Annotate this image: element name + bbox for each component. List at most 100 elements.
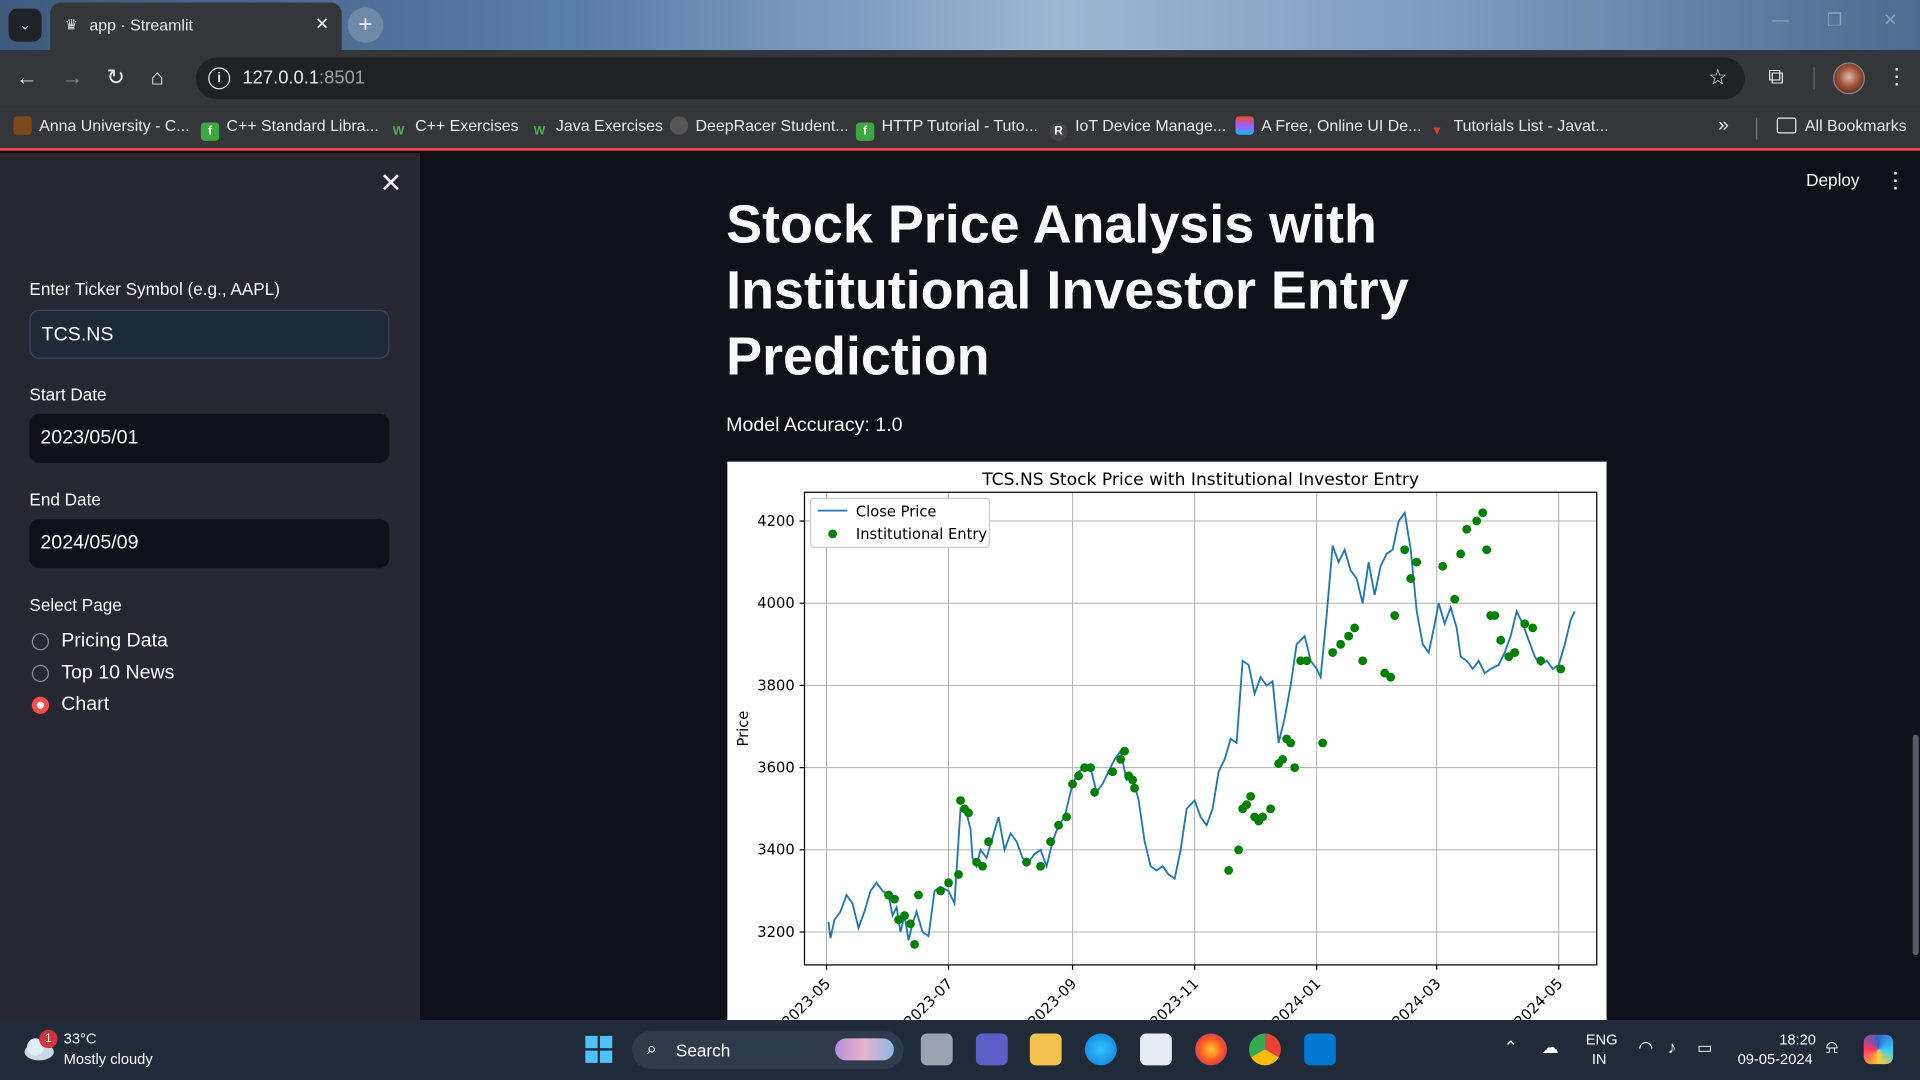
new-tab-plus-icon[interactable]: + (347, 7, 384, 43)
end-date-input[interactable]: 2024/05/09 (29, 519, 390, 569)
institutional-entry-point (1278, 754, 1288, 764)
copilot-icon[interactable] (1863, 1034, 1894, 1065)
bookmark-item[interactable]: f C++ Standard Libra... (200, 116, 379, 141)
institutional-entry-point (1438, 561, 1448, 571)
institutional-entry-point (1350, 623, 1360, 633)
maximize-icon[interactable]: ❐ (1827, 10, 1842, 31)
institutional-entry-point (1130, 783, 1140, 793)
x-tick-label: 2024-03 (1389, 975, 1444, 1025)
weather-condition[interactable]: Mostly cloudy (64, 1051, 153, 1068)
institutional-entry-point (1128, 775, 1138, 785)
address-bar[interactable]: i 127.0.0.1:8501 ☆ (195, 57, 1745, 100)
institutional-entry-point (1054, 820, 1063, 830)
onedrive-cloud-icon[interactable]: ☁ (1542, 1037, 1559, 1058)
minimize-icon[interactable]: — (1772, 10, 1789, 30)
ms-store-icon[interactable] (1140, 1033, 1172, 1066)
taskbar-search-box[interactable]: ⌕ Search (631, 1031, 904, 1069)
radio-circle[interactable] (31, 633, 49, 651)
bookmark-item[interactable]: W C++ Exercises (389, 116, 519, 140)
x-tick-label: 2023-11 (1147, 975, 1202, 1025)
start-date-input[interactable]: 2023/05/01 (29, 413, 390, 463)
extensions-puzzle-icon[interactable]: ⧉ (1768, 64, 1784, 90)
tab-title: app · Streamlit (89, 15, 193, 35)
http-tutorial-icon: f (855, 122, 875, 141)
radio-top-10-news[interactable]: Top 10 News (31, 662, 174, 684)
vscode-icon[interactable] (1304, 1033, 1336, 1066)
radio-pricing-data[interactable]: Pricing Data (31, 631, 168, 653)
clock-date[interactable]: 09-05-2024 (1738, 1051, 1813, 1068)
clock-time[interactable]: 18:20 (1779, 1031, 1816, 1048)
url-text: 127.0.0.1:8501 (242, 67, 366, 89)
sidebar-close-icon[interactable]: ✕ (380, 168, 403, 200)
language-ind-2[interactable]: IN (1592, 1051, 1607, 1068)
main-menu-icon[interactable]: ⋮ (1885, 168, 1907, 194)
browser-toolbar: ← → ↻ ⌂ i 127.0.0.1:8501 ☆ ⧉ ⋮ (0, 50, 1920, 107)
browser-tab-strip: ⌄ ♛ app · Streamlit ✕ + — ❐ ✕ (0, 0, 1920, 51)
teams-icon[interactable] (975, 1033, 1008, 1066)
institutional-entry-point (936, 886, 945, 896)
back-arrow-icon[interactable]: ← (16, 65, 38, 89)
y-tick-label: 4000 (757, 595, 794, 612)
chrome-icon[interactable] (1248, 1033, 1281, 1066)
wifi-icon[interactable]: ◠ (1638, 1037, 1653, 1058)
institutional-entry-point (1116, 754, 1126, 764)
deploy-button[interactable]: Deploy (1806, 170, 1859, 190)
institutional-entry-point (1400, 545, 1410, 555)
tab-search-chevron-icon[interactable]: ⌄ (8, 8, 42, 42)
search-icon: ⌕ (646, 1038, 657, 1060)
ticker-input[interactable]: TCS.NS (29, 309, 390, 359)
more-bookmarks-chevron-icon[interactable]: » (1718, 115, 1729, 137)
institutional-entry-point (1036, 861, 1045, 871)
reload-icon[interactable]: ↻ (107, 65, 125, 89)
institutional-entry-point (1120, 746, 1130, 756)
bookmark-star-icon[interactable]: ☆ (1708, 65, 1728, 91)
firefox-icon[interactable] (1195, 1033, 1227, 1066)
tab-close-icon[interactable]: ✕ (315, 13, 329, 34)
y-tick-label: 3600 (757, 760, 794, 777)
institutional-entry-point (1478, 508, 1488, 518)
main-scrollbar[interactable] (1912, 734, 1919, 956)
institutional-entry-point (1046, 837, 1055, 847)
institutional-entry-point (956, 796, 965, 805)
browser-menu-icon[interactable]: ⋮ (1886, 64, 1908, 90)
bookmark-item[interactable]: A Free, Online UI De... (1235, 116, 1421, 135)
institutional-entry-point (1242, 800, 1252, 810)
bookmark-item[interactable]: Anna University - C... (13, 116, 190, 135)
radio-circle[interactable] (31, 664, 49, 683)
institutional-entry-point (1318, 738, 1328, 748)
windows-start-icon[interactable] (584, 1035, 613, 1064)
institutional-entry-point (914, 890, 923, 900)
bookmark-item[interactable]: f HTTP Tutorial - Tuto... (855, 116, 1038, 141)
bookmark-item[interactable]: W Java Exercises (530, 116, 663, 140)
radio-chart[interactable]: Chart (31, 694, 109, 716)
bookmark-item[interactable]: DeepRacer Student... (669, 116, 849, 135)
forward-arrow-icon[interactable]: → (61, 65, 83, 89)
institutional-entry-point (1344, 631, 1354, 641)
notification-bell-icon[interactable]: ⍾ (1826, 1037, 1838, 1058)
weather-temp[interactable]: 33°C (64, 1030, 97, 1047)
bookmark-item[interactable]: R IoT Device Manage... (1049, 116, 1226, 141)
edge-icon[interactable] (1084, 1033, 1117, 1066)
browser-tab-active[interactable]: ♛ app · Streamlit ✕ (50, 2, 342, 51)
tray-chevron-up-icon[interactable]: ⌃ (1504, 1037, 1518, 1058)
task-view-icon[interactable] (920, 1033, 953, 1066)
screen: ⌄ ♛ app · Streamlit ✕ + — ❐ ✕ ← → ↻ ⌂ i … (0, 0, 1920, 1080)
home-icon[interactable]: ⌂ (151, 65, 164, 89)
site-info-icon[interactable]: i (208, 67, 231, 90)
bookmark-item[interactable]: ▼ Tutorials List - Javat... (1428, 116, 1609, 140)
volume-icon[interactable]: ♪ (1668, 1037, 1677, 1057)
radio-circle-selected[interactable] (31, 696, 49, 714)
battery-icon[interactable]: ▭ (1697, 1038, 1712, 1058)
w3resource-icon: W (392, 124, 405, 139)
javatpoint-icon: ▼ (1430, 124, 1444, 139)
all-bookmarks-button[interactable]: All Bookmarks (1776, 116, 1907, 135)
window-close-icon[interactable]: ✕ (1883, 10, 1897, 31)
profile-avatar[interactable] (1833, 62, 1865, 95)
streamlit-sidebar: ✕ Enter Ticker Symbol (e.g., AAPL) TCS.N… (0, 153, 421, 1021)
language-ind-1[interactable]: ENG (1586, 1031, 1618, 1048)
streamlit-crown-icon: ♛ (64, 15, 79, 34)
institutional-entry-point (1528, 623, 1538, 633)
institutional-entry-point (910, 939, 919, 949)
file-explorer-icon[interactable] (1029, 1033, 1062, 1066)
institutional-entry-point (1022, 857, 1031, 867)
